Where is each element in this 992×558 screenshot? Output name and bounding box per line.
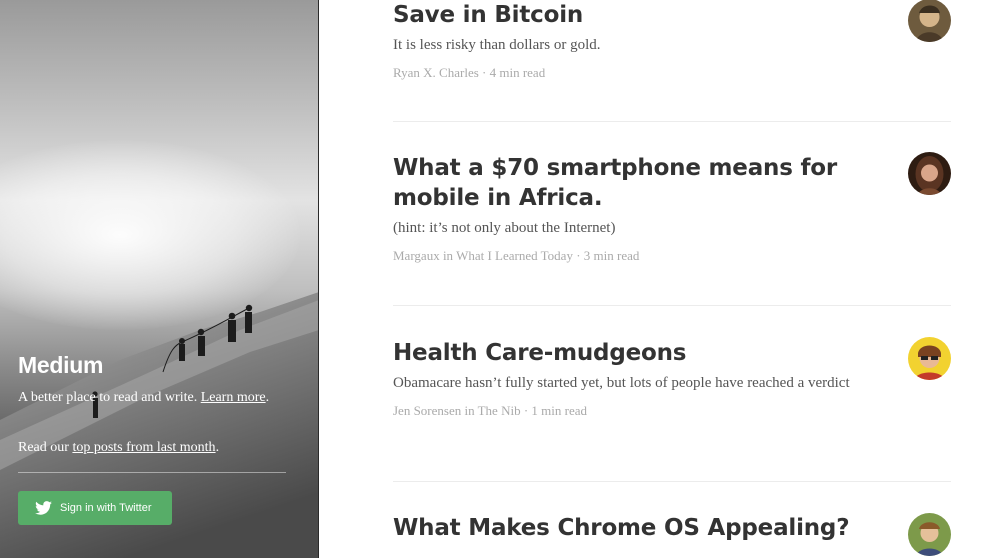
post-item[interactable]: Health Care-mudgeons Obamacare hasn’t fu… — [393, 338, 951, 420]
post-subtitle: It is less risky than dollars or gold. — [393, 37, 601, 53]
top-posts-prefix: Read our — [18, 440, 73, 455]
post-divider — [393, 305, 951, 306]
post-meta: Margaux in What I Learned Today · 3 min … — [393, 248, 640, 263]
post-divider — [393, 121, 951, 122]
post-meta: Ryan X. Charles · 4 min read — [393, 65, 546, 80]
post-item[interactable]: What a $70 smartphone means for mobile i… — [393, 153, 951, 265]
brand-title: Medium — [18, 352, 104, 378]
tagline-end: . — [265, 390, 270, 405]
post-subtitle: (hint: it’s not only about the Internet) — [393, 220, 616, 236]
post-title[interactable]: Health Care-mudgeons — [393, 338, 873, 368]
post-title[interactable]: What a $70 smartphone means for mobile i… — [393, 153, 873, 213]
avatar-jen-icon — [908, 337, 951, 380]
tagline-text: A better place to read and write. — [18, 390, 201, 405]
top-posts-line: Read our top posts from last month. — [18, 439, 298, 456]
post-item[interactable]: Save in Bitcoin It is less risky than do… — [393, 0, 951, 82]
learn-more-link[interactable]: Learn more — [201, 390, 266, 405]
post-title[interactable]: Save in Bitcoin — [393, 0, 873, 30]
mountain-background — [0, 292, 319, 558]
tagline: A better place to read and write. Learn … — [18, 389, 288, 406]
post-subtitle: Obamacare hasn’t fully started yet, but … — [393, 375, 850, 391]
post-feed: Save in Bitcoin It is less risky than do… — [393, 0, 951, 558]
author-avatar[interactable] — [908, 337, 951, 380]
sign-in-twitter-button[interactable]: Sign in with Twitter — [18, 491, 172, 525]
twitter-icon — [35, 501, 52, 515]
author-avatar[interactable] — [908, 152, 951, 195]
post-meta: Jen Sorensen in The Nib · 1 min read — [393, 403, 587, 418]
post-item[interactable]: What Makes Chrome OS Appealing? — [393, 513, 951, 543]
post-divider — [393, 481, 951, 482]
avatar-ryan-icon — [908, 0, 951, 42]
top-posts-end: . — [215, 440, 220, 455]
sidebar-edge — [318, 0, 319, 558]
author-avatar[interactable] — [908, 0, 951, 42]
twitter-button-label: Sign in with Twitter — [60, 502, 152, 514]
avatar-chrome-author-icon — [908, 513, 951, 556]
author-avatar[interactable] — [908, 513, 951, 556]
sidebar-divider — [18, 472, 286, 473]
post-title[interactable]: What Makes Chrome OS Appealing? — [393, 513, 873, 543]
avatar-margaux-icon — [908, 152, 951, 195]
sidebar: Medium A better place to read and write.… — [0, 0, 319, 558]
top-posts-link[interactable]: top posts from last month — [72, 440, 215, 455]
